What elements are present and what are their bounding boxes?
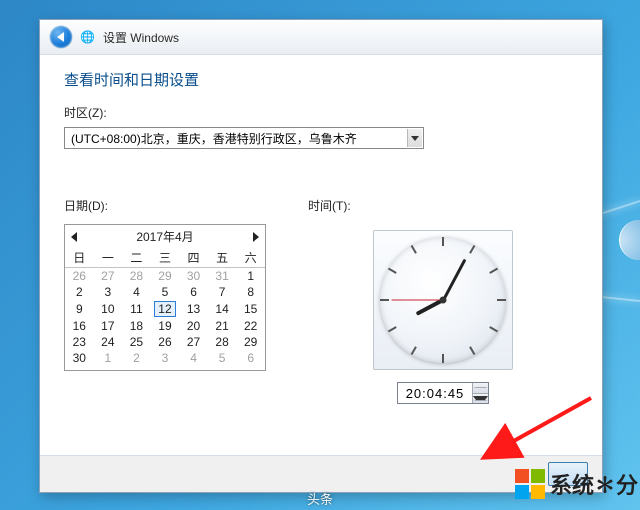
calendar-day[interactable]: 29: [236, 334, 265, 350]
calendar-day[interactable]: 30: [65, 350, 94, 366]
calendar-month-title[interactable]: 2017年4月: [136, 228, 193, 245]
calendar-day[interactable]: 31: [208, 268, 237, 285]
time-input[interactable]: [398, 383, 472, 403]
calendar-day[interactable]: 2: [65, 284, 94, 300]
background-disc: [619, 220, 640, 260]
analog-clock: [373, 230, 513, 370]
dialog-title: 设置 Windows: [103, 29, 179, 46]
clock-second-hand: [391, 300, 443, 301]
calendar-day[interactable]: 13: [179, 300, 208, 318]
calendar-day[interactable]: 14: [208, 300, 237, 318]
calendar-day[interactable]: 18: [122, 318, 151, 334]
calendar-day[interactable]: 25: [122, 334, 151, 350]
calendar-day[interactable]: 12: [151, 300, 180, 318]
clock-hour-hand: [416, 298, 444, 316]
calendar-day[interactable]: 5: [208, 350, 237, 366]
time-spinner[interactable]: [397, 382, 489, 404]
calendar-day[interactable]: 22: [236, 318, 265, 334]
dialog-footer: [40, 455, 602, 492]
calendar-day[interactable]: 19: [151, 318, 180, 334]
calendar-day[interactable]: 30: [179, 268, 208, 285]
chevron-down-icon: [407, 129, 422, 147]
calendar-day[interactable]: 24: [94, 334, 123, 350]
globe-icon: 🌐: [80, 30, 95, 44]
calendar-day[interactable]: 1: [236, 268, 265, 285]
calendar-day[interactable]: 4: [179, 350, 208, 366]
timezone-label: 时区(Z):: [64, 104, 578, 121]
timezone-value: (UTC+08:00)北京，重庆，香港特别行政区，乌鲁木齐: [71, 132, 357, 146]
dialog-body: 查看时间和日期设置 时区(Z): (UTC+08:00)北京，重庆，香港特别行政…: [40, 55, 602, 455]
time-spin-up[interactable]: [473, 383, 488, 394]
caret-down-icon: [473, 396, 488, 401]
calendar-prev-button[interactable]: [71, 232, 77, 242]
next-button[interactable]: [548, 462, 588, 486]
calendar-day[interactable]: 28: [122, 268, 151, 285]
calendar-weekday: 五: [208, 248, 237, 268]
time-label: 时间(T):: [308, 197, 351, 214]
calendar-day[interactable]: 7: [208, 284, 237, 300]
calendar: 2017年4月 日一二三四五六 262728293031123456789101…: [64, 224, 266, 371]
calendar-day[interactable]: 4: [122, 284, 151, 300]
date-label: 日期(D):: [64, 197, 272, 214]
calendar-day[interactable]: 16: [65, 318, 94, 334]
back-button[interactable]: [50, 26, 72, 48]
calendar-day[interactable]: 29: [151, 268, 180, 285]
bottom-caption: 头条: [307, 489, 333, 508]
calendar-day[interactable]: 1: [94, 350, 123, 366]
calendar-day[interactable]: 26: [151, 334, 180, 350]
calendar-day[interactable]: 10: [94, 300, 123, 318]
setup-dialog: 🌐 设置 Windows 查看时间和日期设置 时区(Z): (UTC+08:00…: [39, 19, 603, 493]
caret-up-icon: [473, 387, 488, 388]
calendar-weekday: 一: [94, 248, 123, 268]
calendar-day[interactable]: 26: [65, 268, 94, 285]
dialog-header: 🌐 设置 Windows: [40, 20, 602, 55]
calendar-day[interactable]: 5: [151, 284, 180, 300]
calendar-day[interactable]: 6: [179, 284, 208, 300]
calendar-day[interactable]: 3: [94, 284, 123, 300]
calendar-day[interactable]: 9: [65, 300, 94, 318]
calendar-weekday: 四: [179, 248, 208, 268]
calendar-day[interactable]: 27: [179, 334, 208, 350]
clock-minute-hand: [442, 259, 466, 301]
calendar-day[interactable]: 6: [236, 350, 265, 366]
calendar-day[interactable]: 15: [236, 300, 265, 318]
calendar-weekday: 日: [65, 248, 94, 268]
calendar-day[interactable]: 3: [151, 350, 180, 366]
calendar-weekday: 六: [236, 248, 265, 268]
calendar-day[interactable]: 2: [122, 350, 151, 366]
arrow-left-icon: [57, 32, 64, 42]
calendar-day[interactable]: 8: [236, 284, 265, 300]
calendar-day[interactable]: 17: [94, 318, 123, 334]
calendar-day[interactable]: 27: [94, 268, 123, 285]
calendar-day[interactable]: 11: [122, 300, 151, 318]
calendar-day[interactable]: 28: [208, 334, 237, 350]
calendar-weekday: 二: [122, 248, 151, 268]
calendar-weekday: 三: [151, 248, 180, 268]
calendar-grid: 日一二三四五六 26272829303112345678910111213141…: [65, 248, 265, 366]
timezone-select[interactable]: (UTC+08:00)北京，重庆，香港特别行政区，乌鲁木齐: [64, 127, 424, 149]
calendar-day[interactable]: 21: [208, 318, 237, 334]
page-heading: 查看时间和日期设置: [64, 69, 578, 90]
calendar-day[interactable]: 20: [179, 318, 208, 334]
time-spin-down[interactable]: [473, 394, 488, 404]
calendar-day[interactable]: 23: [65, 334, 94, 350]
calendar-next-button[interactable]: [253, 232, 259, 242]
